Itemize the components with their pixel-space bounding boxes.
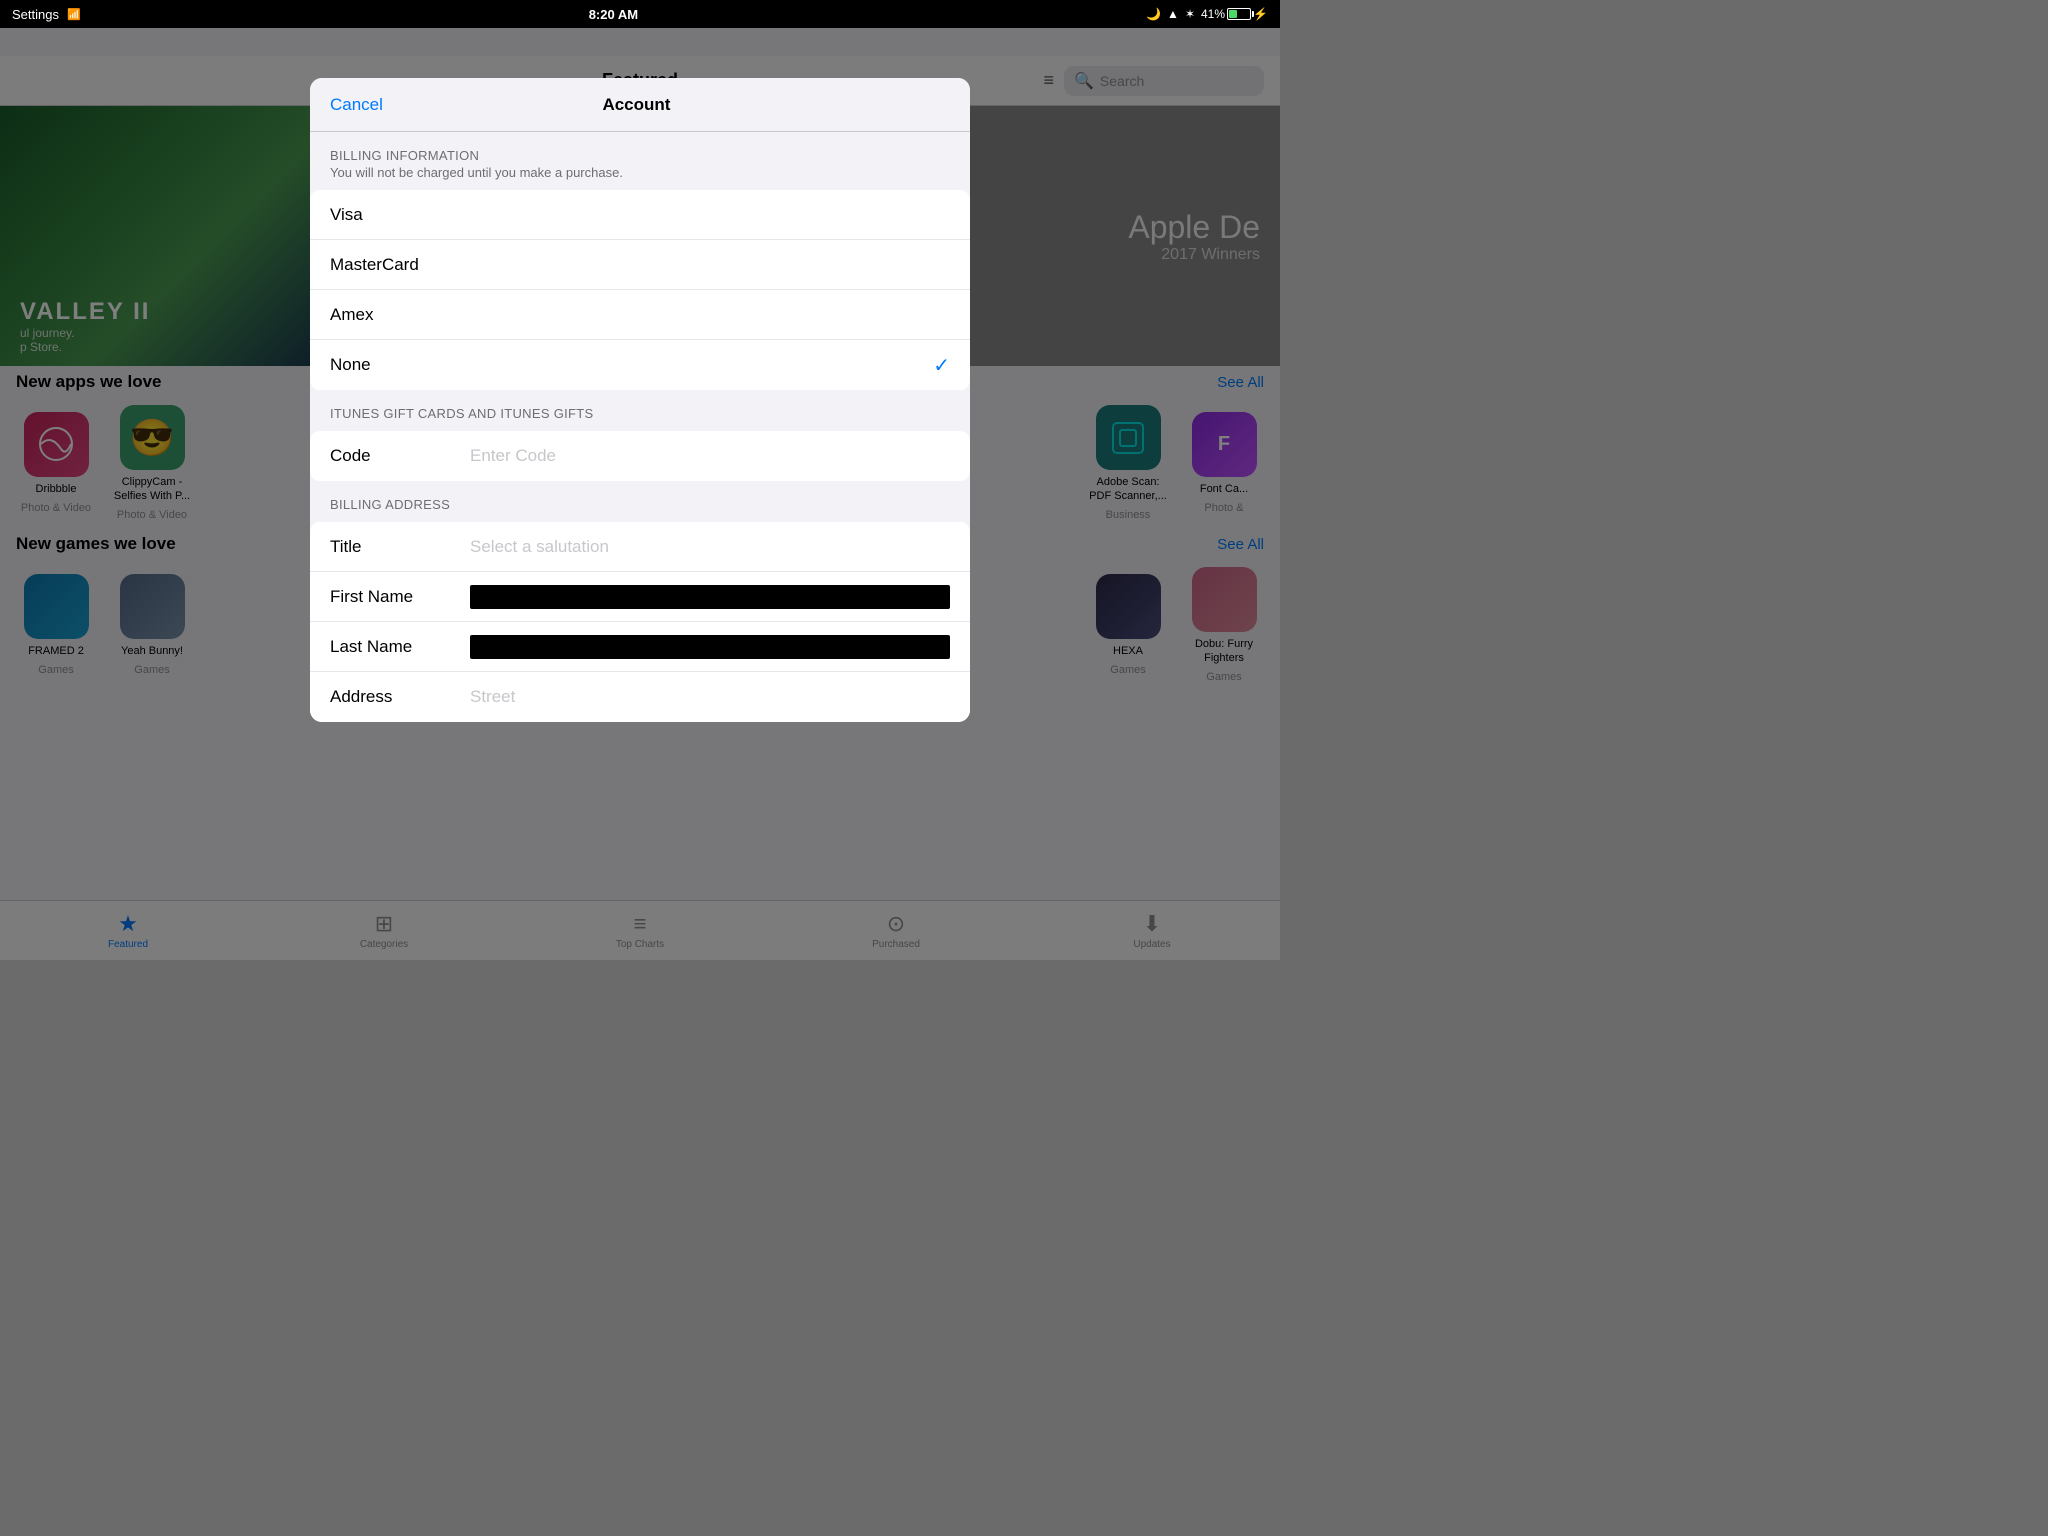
title-label: Title xyxy=(330,537,470,557)
visa-label: Visa xyxy=(330,205,950,225)
wifi-icon: 📶 xyxy=(67,8,81,21)
payment-option-amex[interactable]: Amex xyxy=(310,290,970,340)
gift-cards-section-label: ITUNES GIFT CARDS AND ITUNES GIFTS xyxy=(330,406,950,421)
bluetooth-icon: ✶ xyxy=(1185,7,1195,21)
battery-fill xyxy=(1229,10,1237,18)
modal-header: Cancel Account xyxy=(310,78,970,132)
status-bar: Settings 📶 8:20 AM 🌙 ▲ ✶ 41% ⚡ xyxy=(0,0,1280,28)
first-name-label: First Name xyxy=(330,587,470,607)
title-input[interactable]: Select a salutation xyxy=(470,537,950,557)
none-label: None xyxy=(330,355,933,375)
billing-address-group: Title Select a salutation First Name Las… xyxy=(310,522,970,722)
last-name-label: Last Name xyxy=(330,637,470,657)
gift-cards-group: Code Enter Code xyxy=(310,431,970,481)
modal-title: Account xyxy=(602,95,670,115)
code-row[interactable]: Code Enter Code xyxy=(310,431,970,481)
charging-icon: ⚡ xyxy=(1253,7,1268,21)
battery-percent: 41% xyxy=(1201,7,1225,21)
billing-info-header: BILLING INFORMATION You will not be char… xyxy=(310,132,970,190)
payment-option-none[interactable]: None ✓ xyxy=(310,340,970,390)
cancel-button[interactable]: Cancel xyxy=(330,95,383,115)
payment-option-visa[interactable]: Visa xyxy=(310,190,970,240)
account-modal: Cancel Account BILLING INFORMATION You w… xyxy=(310,78,970,722)
title-row[interactable]: Title Select a salutation xyxy=(310,522,970,572)
first-name-input[interactable] xyxy=(470,585,950,609)
none-checkmark: ✓ xyxy=(933,353,950,378)
gift-cards-header: ITUNES GIFT CARDS AND ITUNES GIFTS xyxy=(310,390,970,431)
location-icon: ▲ xyxy=(1167,7,1179,21)
battery-icon xyxy=(1227,8,1251,20)
mastercard-label: MasterCard xyxy=(330,255,950,275)
status-time: 8:20 AM xyxy=(589,7,638,22)
last-name-row[interactable]: Last Name xyxy=(310,622,970,672)
billing-address-header: BILLING ADDRESS xyxy=(310,481,970,522)
billing-section-label: BILLING INFORMATION xyxy=(330,148,950,163)
billing-section-subtext: You will not be charged until you make a… xyxy=(330,165,950,180)
code-input[interactable]: Enter Code xyxy=(470,446,950,466)
code-label: Code xyxy=(330,446,470,466)
first-name-row[interactable]: First Name xyxy=(310,572,970,622)
address-label: Address xyxy=(330,687,470,707)
battery-container: 41% ⚡ xyxy=(1201,7,1268,21)
status-left: Settings 📶 xyxy=(12,7,81,22)
address-row[interactable]: Address Street xyxy=(310,672,970,722)
last-name-input[interactable] xyxy=(470,635,950,659)
payment-option-mastercard[interactable]: MasterCard xyxy=(310,240,970,290)
billing-address-section-label: BILLING ADDRESS xyxy=(330,497,950,512)
modal-body: BILLING INFORMATION You will not be char… xyxy=(310,132,970,722)
payment-options-group: Visa MasterCard Amex None ✓ xyxy=(310,190,970,390)
status-right: 🌙 ▲ ✶ 41% ⚡ xyxy=(1146,7,1268,21)
amex-label: Amex xyxy=(330,305,950,325)
moon-icon: 🌙 xyxy=(1146,7,1161,21)
address-input[interactable]: Street xyxy=(470,687,950,707)
settings-label: Settings xyxy=(12,7,59,22)
